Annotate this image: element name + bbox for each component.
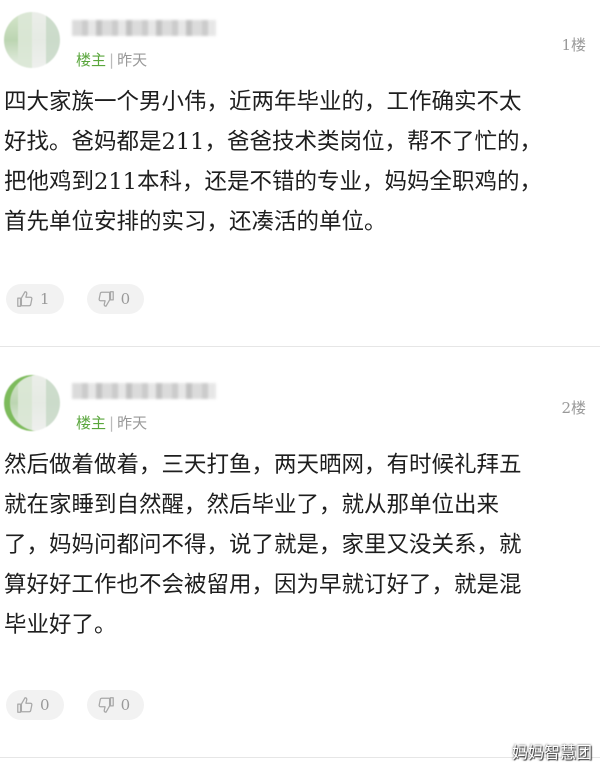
watermark: 妈妈智慧团 — [511, 743, 592, 762]
op-badge: 楼主 — [76, 51, 107, 69]
dislike-count: 0 — [120, 290, 131, 308]
like-count: 0 — [40, 696, 50, 714]
like-count: 1 — [40, 290, 50, 308]
username-blurred[interactable] — [72, 20, 216, 36]
divider — [0, 346, 600, 347]
thumbs-down-icon — [97, 290, 115, 308]
comment-text: 然后做着做着，三天打鱼，两天晒网，有时候礼拜五 就在家睡到自然醒，然后毕业了，就… — [4, 445, 584, 645]
comment-2: 楼主 | 昨天 2楼 然后做着做着，三天打鱼，两天晒网，有时候礼拜五 就在家睡到自然… — [0, 363, 600, 758]
comment-line: 了，妈妈问都问不得，说了就是，家里又没关系，就 — [4, 532, 522, 558]
thumbs-down-icon — [97, 696, 115, 714]
comment-1: 楼主 | 昨天 1楼 四大家族一个男小伟，近两年毕业的，工作确实不太 好找。爸妈都是… — [0, 0, 600, 340]
meta-separator: | — [109, 414, 115, 432]
comment-meta: 楼主 | 昨天 — [76, 50, 147, 70]
avatar[interactable] — [4, 12, 60, 68]
like-button[interactable]: 1 — [6, 284, 64, 314]
floor-number: 2楼 — [561, 399, 586, 417]
comment-text: 四大家族一个男小伟，近两年毕业的，工作确实不太 好找。爸妈都是211，爸爸技术类… — [4, 82, 584, 242]
comment-meta: 楼主 | 昨天 — [76, 413, 147, 433]
timestamp: 昨天 — [117, 51, 148, 69]
like-button[interactable]: 0 — [6, 690, 64, 720]
comment-line: 然后做着做着，三天打鱼，两天晒网，有时候礼拜五 — [4, 452, 522, 478]
comment-line: 好找。爸妈都是211，爸爸技术类岗位，帮不了忙的， — [4, 129, 542, 155]
dislike-button[interactable]: 0 — [86, 284, 145, 314]
timestamp: 昨天 — [117, 414, 148, 432]
comment-line: 算好好工作也不会被留用，因为早就订好了，就是混 — [4, 572, 522, 598]
comment-line: 把他鸡到211本科，还是不错的专业，妈妈全职鸡的， — [4, 169, 542, 195]
comment-line: 就在家睡到自然醒，然后毕业了，就从那单位出来 — [4, 492, 500, 518]
thumbs-up-icon — [16, 696, 34, 714]
comment-actions: 0 0 — [6, 690, 162, 720]
comment-actions: 1 0 — [6, 284, 162, 314]
op-badge: 楼主 — [76, 414, 107, 432]
dislike-count: 0 — [120, 696, 131, 714]
username-blurred[interactable] — [72, 383, 216, 399]
dislike-button[interactable]: 0 — [86, 690, 145, 720]
floor-number: 1楼 — [561, 36, 586, 54]
meta-separator: | — [109, 51, 115, 69]
thumbs-up-icon — [16, 290, 34, 308]
avatar[interactable] — [4, 375, 60, 431]
comment-line: 首先单位安排的实习，还凑活的单位。 — [4, 209, 387, 235]
divider — [0, 757, 600, 758]
comment-line: 毕业好了。 — [4, 612, 117, 638]
comment-line: 四大家族一个男小伟，近两年毕业的，工作确实不太 — [4, 89, 522, 115]
